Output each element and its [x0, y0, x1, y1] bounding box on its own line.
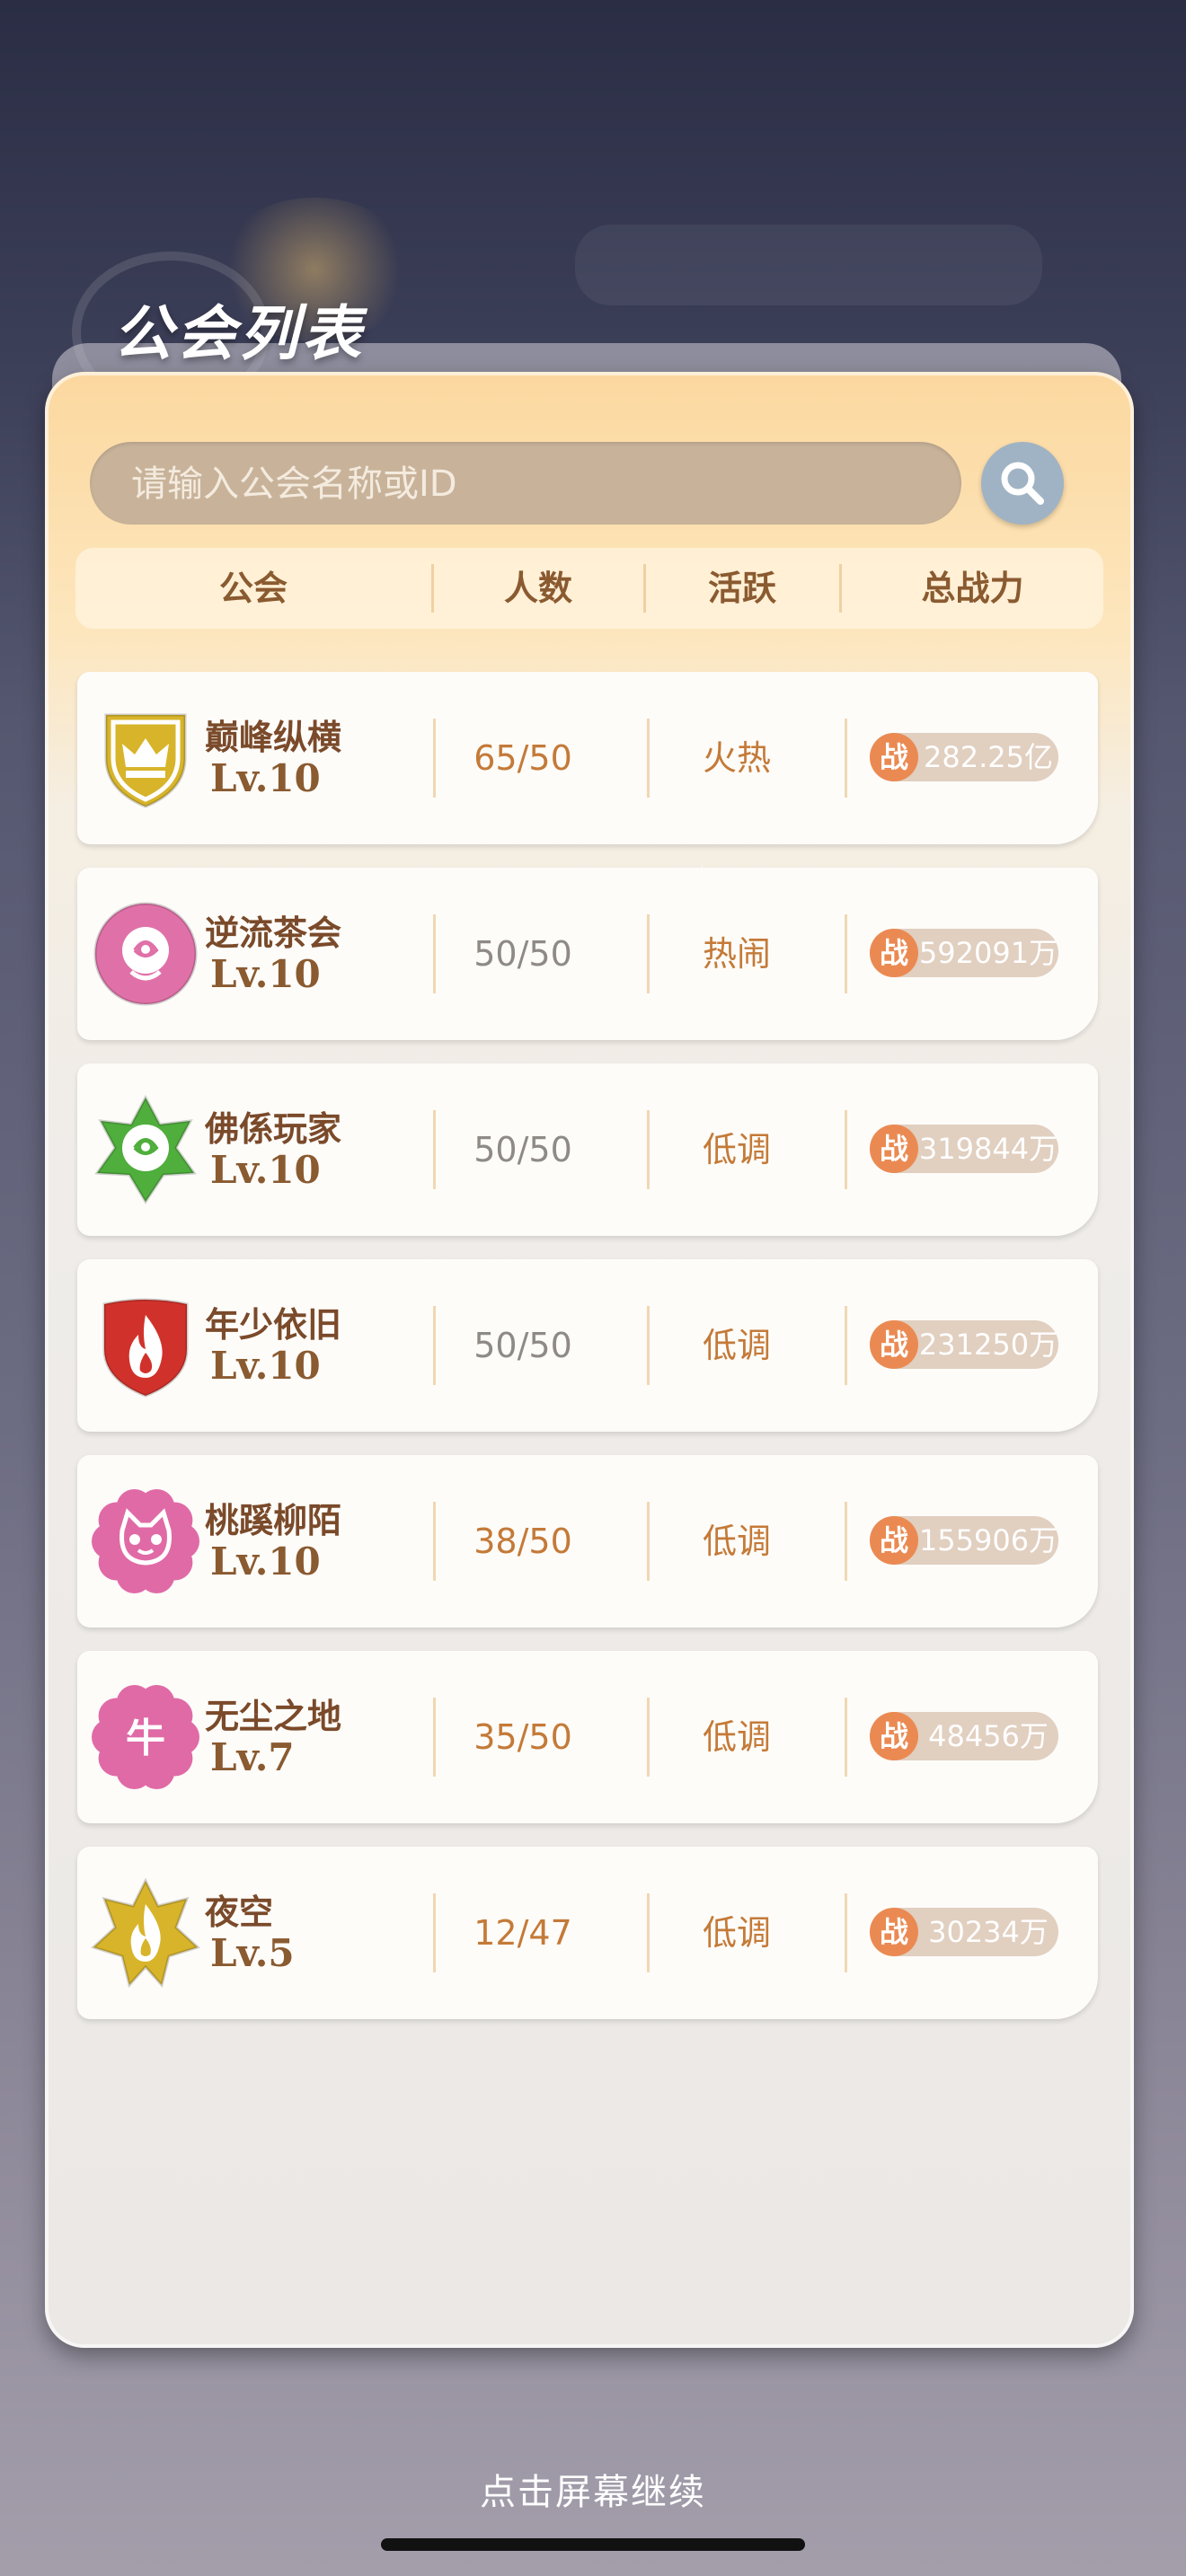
- guild-members: 65/50: [474, 738, 572, 778]
- guild-power: 战 30234万: [870, 1908, 1058, 1956]
- guild-activity: 低调: [702, 1522, 771, 1561]
- guild-members: 35/50: [474, 1717, 572, 1757]
- guild-name: 年少依旧: [205, 1304, 342, 1345]
- power-badge: 战: [870, 1320, 918, 1369]
- guild-level: Lv.5: [210, 1931, 295, 1975]
- guild-emblem-icon: [90, 1877, 201, 1989]
- guild-name: 无尘之地: [205, 1696, 342, 1736]
- page-title: 公会列表: [113, 299, 365, 368]
- row-divider: [845, 1110, 847, 1189]
- row-divider: [647, 914, 650, 993]
- power-badge: 战: [870, 1712, 918, 1760]
- guild-row[interactable]: 牛 无尘之地 Lv.7 35/50 低调 战 48456万: [77, 1651, 1098, 1823]
- header-members: 人数: [503, 569, 572, 608]
- header-guild: 公会: [218, 569, 288, 608]
- guild-activity: 低调: [702, 1717, 771, 1757]
- guild-power-value: 48456万: [928, 1719, 1049, 1753]
- guild-power-value: 155906万: [918, 1523, 1058, 1557]
- guild-activity: 火热: [702, 738, 771, 778]
- guild-power: 战 48456万: [870, 1712, 1058, 1760]
- header-activity: 活跃: [707, 569, 776, 608]
- row-divider: [647, 1893, 650, 1972]
- search-icon: [1001, 462, 1044, 505]
- guild-level: Lv.10: [210, 756, 321, 800]
- guild-emblem-icon: [90, 1290, 201, 1401]
- guild-power-value: 30234万: [928, 1915, 1049, 1949]
- row-divider: [647, 1110, 650, 1189]
- guild-name: 佛係玩家: [205, 1108, 342, 1149]
- guild-members: 38/50: [474, 1522, 572, 1561]
- power-badge: 战: [870, 733, 918, 781]
- guild-members: 50/50: [474, 1326, 572, 1365]
- row-divider: [845, 719, 847, 798]
- guild-power: 战 319844万: [870, 1125, 1058, 1173]
- guild-power-value: 592091万: [918, 936, 1058, 970]
- table-header: 公会 人数 活跃 总战力: [75, 548, 1103, 629]
- guild-power-value: 282.25亿: [924, 740, 1053, 774]
- guild-activity: 热闹: [702, 934, 771, 974]
- guild-row[interactable]: 夜空 Lv.5 12/47 低调 战 30234万: [77, 1847, 1098, 2019]
- row-divider: [647, 1306, 650, 1385]
- guild-emblem-icon: [90, 1486, 201, 1597]
- row-divider: [845, 1502, 847, 1581]
- guild-power: 战 231250万: [870, 1320, 1058, 1369]
- guild-activity: 低调: [702, 1913, 771, 1953]
- guild-name: 巅峰纵横: [205, 717, 342, 757]
- guild-members: 50/50: [474, 1130, 572, 1169]
- search-box[interactable]: [90, 442, 961, 526]
- guild-emblem-icon: [90, 898, 201, 1010]
- search-button[interactable]: [981, 442, 1064, 525]
- guild-name: 逆流茶会: [205, 913, 342, 953]
- search-input[interactable]: [129, 442, 942, 526]
- guild-level: Lv.10: [210, 1539, 321, 1584]
- guild-power: 战 592091万: [870, 929, 1058, 977]
- row-divider: [845, 1893, 847, 1972]
- guild-members: 50/50: [474, 934, 572, 974]
- guild-level: Lv.10: [210, 952, 321, 996]
- guild-row[interactable]: 巅峰纵横 Lv.10 65/50 火热 战 282.25亿: [77, 672, 1098, 844]
- row-divider: [647, 1698, 650, 1777]
- emblem-glyph: 牛: [126, 1716, 165, 1761]
- row-divider: [845, 1698, 847, 1777]
- guild-power: 战 282.25亿: [870, 733, 1058, 781]
- guild-activity: 低调: [702, 1130, 771, 1169]
- guild-emblem-icon: 牛: [90, 1681, 201, 1793]
- guild-level: Lv.7: [210, 1735, 295, 1779]
- guild-row[interactable]: 逆流茶会 Lv.10 50/50 热闹 战 592091万: [77, 868, 1098, 1040]
- row-divider: [845, 1306, 847, 1385]
- home-indicator[interactable]: [381, 2538, 805, 2551]
- guild-row[interactable]: 佛係玩家 Lv.10 50/50 低调 战 319844万: [77, 1063, 1098, 1236]
- power-badge: 战: [870, 1125, 918, 1173]
- header-power: 总战力: [921, 569, 1024, 608]
- guild-members: 12/47: [474, 1913, 572, 1953]
- guild-emblem-icon: [90, 702, 201, 814]
- guild-activity: 低调: [702, 1326, 771, 1365]
- guild-emblem-icon: [90, 1094, 201, 1205]
- guild-name: 桃蹊柳陌: [205, 1500, 342, 1540]
- guild-power-value: 319844万: [918, 1132, 1058, 1166]
- guild-row[interactable]: 年少依旧 Lv.10 50/50 低调 战 231250万: [77, 1259, 1098, 1432]
- background-banner: [575, 225, 1042, 305]
- tap-to-continue[interactable]: 点击屏幕继续: [0, 2463, 1186, 2515]
- row-divider: [647, 1502, 650, 1581]
- guild-name: 夜空: [205, 1892, 274, 1932]
- guild-power-value: 231250万: [918, 1328, 1058, 1362]
- power-badge: 战: [870, 1908, 918, 1956]
- guild-level: Lv.10: [210, 1148, 321, 1192]
- power-badge: 战: [870, 1516, 918, 1565]
- guild-level: Lv.10: [210, 1344, 321, 1388]
- power-badge: 战: [870, 929, 918, 977]
- guild-power: 战 155906万: [870, 1516, 1058, 1565]
- row-divider: [845, 914, 847, 993]
- guild-row[interactable]: 桃蹊柳陌 Lv.10 38/50 低调 战 155906万: [77, 1455, 1098, 1628]
- row-divider: [647, 719, 650, 798]
